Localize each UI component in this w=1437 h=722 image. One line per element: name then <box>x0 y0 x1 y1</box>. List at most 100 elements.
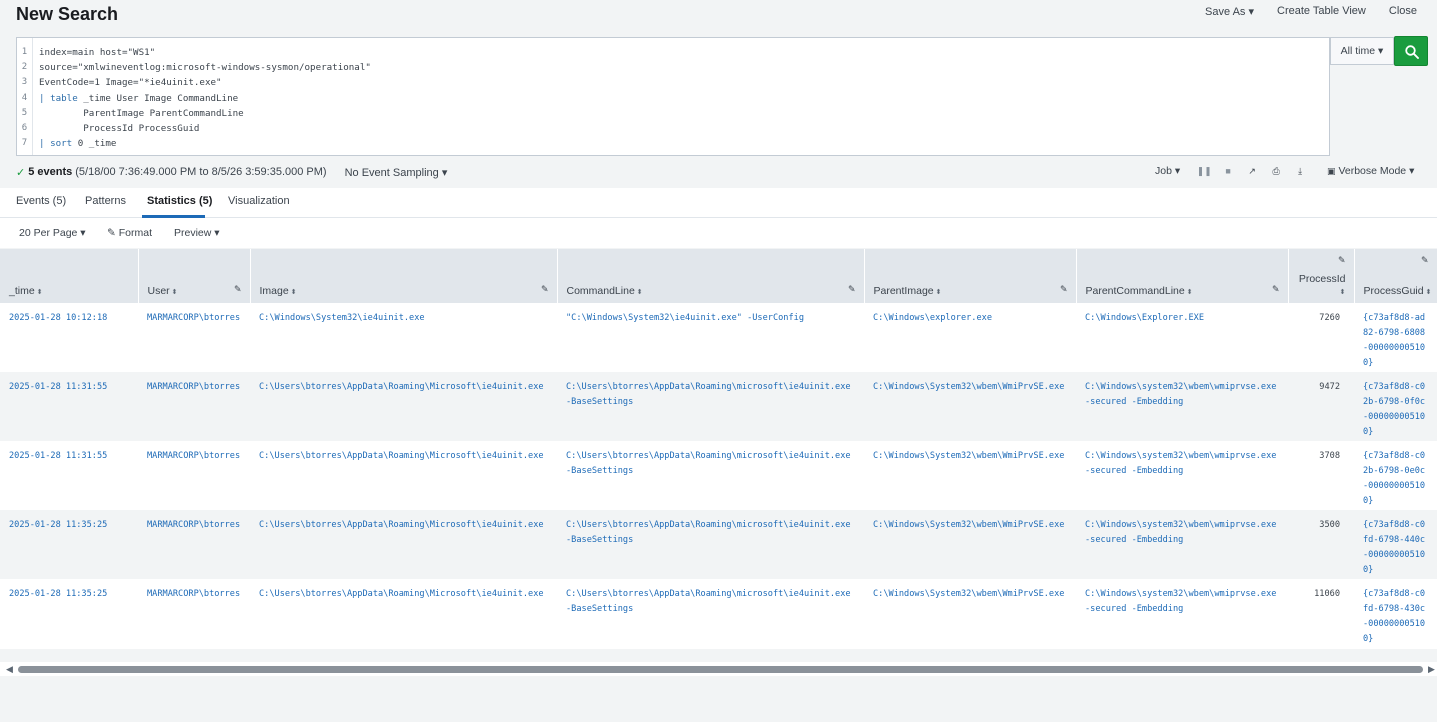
cell-time[interactable]: 2025-01-28 11:31:55 <box>0 441 138 510</box>
cell-parentimage[interactable]: C:\Windows\System32\wbem\WmiPrvSE.exe <box>864 510 1076 579</box>
tab-events[interactable]: Events (5) <box>16 195 66 207</box>
sort-icon[interactable]: ⬍ <box>936 289 942 296</box>
cell-parentimage[interactable]: C:\Windows\System32\wbem\WmiPrvSE.exe <box>864 579 1076 648</box>
cell-processid[interactable]: 7260 <box>1288 303 1354 372</box>
sort-icon[interactable]: ⬍ <box>1187 289 1193 296</box>
search-button[interactable] <box>1394 36 1428 66</box>
tab-patterns[interactable]: Patterns <box>85 195 126 207</box>
print-icon[interactable]: ⎙ <box>1264 166 1288 177</box>
cell-parentimage[interactable]: C:\Windows\explorer.exe <box>864 303 1076 372</box>
cell-parentimage[interactable]: C:\Windows\System32\wbem\WmiPrvSE.exe <box>864 372 1076 441</box>
cell-processid[interactable]: 11060 <box>1288 579 1354 648</box>
per-page-dropdown[interactable]: 20 Per Page ▾ <box>19 227 86 239</box>
close-button[interactable]: Close <box>1389 5 1417 18</box>
pencil-icon[interactable]: ✎ <box>234 284 242 295</box>
pencil-icon[interactable]: ✎ <box>1338 255 1346 266</box>
query-line[interactable]: | table _time User Image CommandLine <box>39 91 371 106</box>
time-range-picker[interactable]: All time ▾ <box>1330 37 1394 65</box>
pencil-icon[interactable]: ✎ <box>541 284 549 295</box>
query-line[interactable]: index=main host="WS1" <box>39 45 371 60</box>
cell-image[interactable]: C:\Users\btorres\AppData\Roaming\Microso… <box>250 372 557 441</box>
query-line[interactable]: EventCode=1 Image="*ie4uinit.exe" <box>39 75 371 90</box>
scroll-left-icon[interactable]: ◀ <box>6 664 13 675</box>
cell-parentimage[interactable]: C:\Windows\System32\wbem\WmiPrvSE.exe <box>864 441 1076 510</box>
sort-icon[interactable]: ⬍ <box>1426 289 1432 296</box>
tab-statistics[interactable]: Statistics (5) <box>147 195 212 207</box>
cell-parentcommandline[interactable]: C:\Windows\system32\wbem\wmiprvse.exe -s… <box>1076 441 1288 510</box>
tab-visualization[interactable]: Visualization <box>228 195 290 207</box>
event-sampling-dropdown[interactable]: No Event Sampling ▾ <box>345 166 448 179</box>
cell-commandline[interactable]: C:\Users\btorres\AppData\Roaming\microso… <box>557 372 864 441</box>
cell-commandline[interactable]: C:\Users\btorres\AppData\Roaming\microso… <box>557 441 864 510</box>
sort-icon[interactable]: ⬍ <box>637 289 643 296</box>
sort-icon[interactable]: ⬍ <box>172 289 178 296</box>
cell-parentcommandline[interactable]: C:\Windows\system32\wbem\wmiprvse.exe -s… <box>1076 579 1288 648</box>
table-header: _time ⬍ User ⬍ ✎ Image ⬍ ✎ CommandLine ⬍ ✎ Pare… <box>0 249 1437 303</box>
cell-image[interactable]: C:\Users\btorres\AppData\Roaming\Microso… <box>250 579 557 648</box>
cell-processguid[interactable]: {c73af8d8-c02b-6798-0e0c-000000005100} <box>1354 441 1437 510</box>
cell-parentcommandline[interactable]: C:\Windows\system32\wbem\wmiprvse.exe -s… <box>1076 510 1288 579</box>
cell-user[interactable]: MARMARCORP\btorres <box>138 579 250 648</box>
column-header-user[interactable]: User ⬍ ✎ <box>138 249 251 303</box>
search-query-editor[interactable]: 1234567 index=main host="WS1" source="xml… <box>16 37 1330 156</box>
cell-user[interactable]: MARMARCORP\btorres <box>138 510 250 579</box>
column-header-parentcommandline[interactable]: ParentCommandLine ⬍ ✎ <box>1076 249 1289 303</box>
cell-processguid[interactable]: {c73af8d8-ad82-6798-6808-000000005100} <box>1354 303 1437 372</box>
stop-icon[interactable]: ■ <box>1216 166 1240 176</box>
cell-image[interactable]: C:\Windows\System32\ie4uinit.exe <box>250 303 557 372</box>
column-header-time[interactable]: _time ⬍ <box>0 249 139 303</box>
sort-icon[interactable]: ⬍ <box>1340 289 1346 296</box>
column-header-processid[interactable]: ✎ ProcessId ⬍ <box>1288 249 1355 303</box>
query-line[interactable]: source="xmlwineventlog:microsoft-windows… <box>39 60 371 75</box>
query-text[interactable]: index=main host="WS1" source="xmlwinevent… <box>39 45 371 151</box>
column-header-parentimage[interactable]: ParentImage ⬍ ✎ <box>864 249 1077 303</box>
query-line[interactable]: | sort 0 _time <box>39 136 371 151</box>
query-line[interactable]: ProcessId ProcessGuid <box>39 121 371 136</box>
cell-time[interactable]: 2025-01-28 11:35:25 <box>0 579 138 648</box>
cell-processguid[interactable]: {c73af8d8-c02b-6798-0f0c-000000005100} <box>1354 372 1437 441</box>
search-mode-dropdown[interactable]: ▣ Verbose Mode ▾ <box>1327 165 1414 177</box>
cell-processid[interactable]: 3708 <box>1288 441 1354 510</box>
format-button[interactable]: ✎ Format <box>107 227 152 239</box>
scroll-right-icon[interactable]: ▶ <box>1428 664 1435 675</box>
cell-image[interactable]: C:\Users\btorres\AppData\Roaming\Microso… <box>250 441 557 510</box>
cell-user[interactable]: MARMARCORP\btorres <box>138 372 250 441</box>
sort-icon[interactable]: ⬍ <box>37 289 43 296</box>
preview-dropdown[interactable]: Preview ▾ <box>174 227 220 239</box>
sort-icon[interactable]: ⬍ <box>291 289 297 296</box>
column-header-processguid[interactable]: ✎ ProcessGuid ⬍ <box>1354 249 1437 303</box>
create-table-view-button[interactable]: Create Table View <box>1277 5 1366 18</box>
pencil-icon[interactable]: ✎ <box>1060 284 1068 295</box>
cell-parentcommandline[interactable]: C:\Windows\system32\wbem\wmiprvse.exe -s… <box>1076 372 1288 441</box>
cell-time[interactable]: 2025-01-28 10:12:18 <box>0 303 138 372</box>
cell-processid[interactable]: 9472 <box>1288 372 1354 441</box>
share-icon[interactable]: ↗ <box>1240 166 1264 177</box>
save-as-button[interactable]: Save As ▾ <box>1205 5 1254 18</box>
table-row: 2025-01-28 10:12:18 MARMARCORP\btorres C:\… <box>0 303 1437 372</box>
cell-parentcommandline[interactable]: C:\Windows\Explorer.EXE <box>1076 303 1288 372</box>
export-icon[interactable]: ⤓ <box>1288 166 1312 177</box>
pause-icon[interactable]: ❚❚ <box>1192 166 1216 177</box>
cell-commandline[interactable]: C:\Users\btorres\AppData\Roaming\microso… <box>557 579 864 648</box>
job-menu[interactable]: Job ▾ <box>1155 165 1180 177</box>
top-actions: Save As ▾ Create Table View Close <box>1205 5 1417 18</box>
column-header-image[interactable]: Image ⬍ ✎ <box>250 249 558 303</box>
cell-user[interactable]: MARMARCORP\btorres <box>138 303 250 372</box>
column-header-commandline[interactable]: CommandLine ⬍ ✎ <box>557 249 865 303</box>
cell-user[interactable]: MARMARCORP\btorres <box>138 441 250 510</box>
cell-processguid[interactable]: {c73af8d8-c0fd-6798-430c-000000005100} <box>1354 579 1437 648</box>
cell-time[interactable]: 2025-01-28 11:35:25 <box>0 510 138 579</box>
cell-processguid[interactable]: {c73af8d8-c0fd-6798-440c-000000005100} <box>1354 510 1437 579</box>
pencil-icon[interactable]: ✎ <box>848 284 856 295</box>
horizontal-scrollbar[interactable]: ◀ ▶ <box>0 662 1437 676</box>
cell-time[interactable]: 2025-01-28 11:31:55 <box>0 372 138 441</box>
scrollbar-thumb[interactable] <box>18 666 1423 673</box>
check-icon: ✓ <box>16 166 26 179</box>
query-line[interactable]: ParentImage ParentCommandLine <box>39 106 371 121</box>
cell-processid[interactable]: 3500 <box>1288 510 1354 579</box>
pencil-icon[interactable]: ✎ <box>1272 284 1280 295</box>
cell-commandline[interactable]: C:\Users\btorres\AppData\Roaming\microso… <box>557 510 864 579</box>
cell-image[interactable]: C:\Users\btorres\AppData\Roaming\Microso… <box>250 510 557 579</box>
pencil-icon[interactable]: ✎ <box>1421 255 1429 266</box>
cell-commandline[interactable]: "C:\Windows\System32\ie4uinit.exe" -User… <box>557 303 864 372</box>
